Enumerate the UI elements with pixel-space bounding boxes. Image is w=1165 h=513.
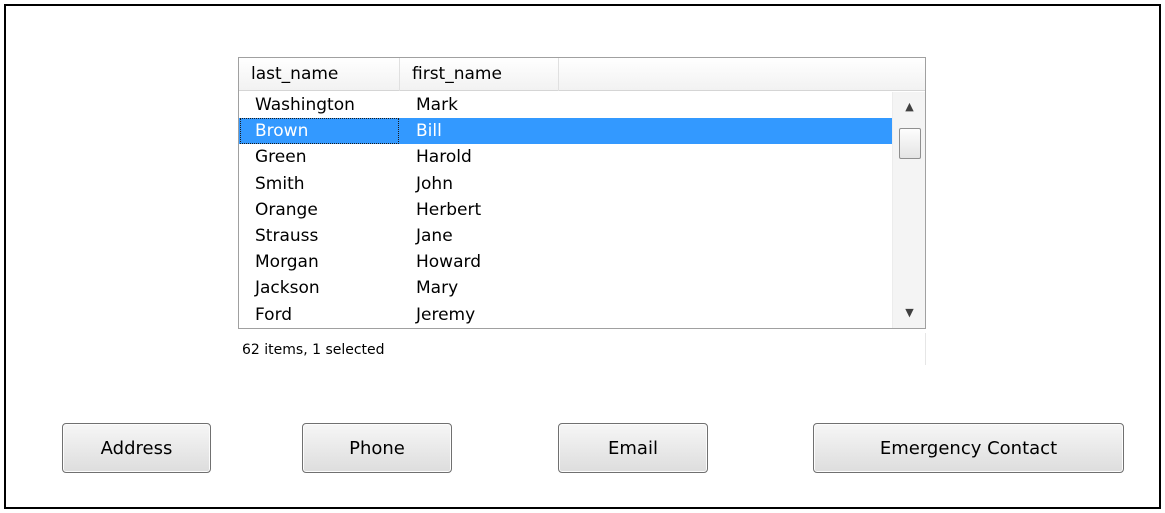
table-row[interactable]: Ford Jeremy — [239, 302, 892, 328]
table-row-selected[interactable]: Brown Bill — [239, 118, 892, 145]
cell-first-name: Herbert — [416, 199, 482, 220]
cell-last-name: Morgan — [255, 252, 319, 273]
scrollbar-thumb[interactable] — [899, 128, 921, 159]
cell-last-name: Green — [255, 147, 307, 168]
address-button[interactable]: Address — [62, 423, 211, 473]
contacts-list-view[interactable]: last_name first_name Washington Mark Bro… — [238, 57, 926, 329]
cell-first-name: Jane — [416, 225, 453, 246]
cell-first-name: John — [416, 173, 453, 194]
emergency-contact-button[interactable]: Emergency Contact — [813, 423, 1124, 473]
list-header: last_name first_name — [239, 58, 925, 91]
table-row[interactable]: Morgan Howard — [239, 249, 892, 275]
column-header-first-name[interactable]: first_name — [400, 58, 559, 91]
cell-last-name: Brown — [255, 121, 309, 142]
email-button[interactable]: Email — [558, 423, 708, 473]
table-row[interactable]: Smith John — [239, 171, 892, 197]
column-header-last-name[interactable]: last_name — [239, 58, 400, 91]
table-row[interactable]: Washington Mark — [239, 92, 892, 118]
cell-last-name: Smith — [255, 173, 305, 194]
table-row[interactable]: Green Harold — [239, 144, 892, 170]
status-text: 62 items, 1 selected — [242, 342, 385, 358]
scroll-up-arrow-icon[interactable]: ▲ — [893, 96, 925, 118]
cell-first-name: Harold — [416, 147, 472, 168]
table-row[interactable]: Orange Herbert — [239, 197, 892, 223]
cell-first-name: Jeremy — [416, 304, 476, 325]
cell-first-name: Howard — [416, 252, 481, 273]
cell-last-name: Strauss — [255, 225, 319, 246]
cell-last-name: Jackson — [255, 278, 320, 299]
phone-button[interactable]: Phone — [302, 423, 452, 473]
cell-last-name: Orange — [255, 199, 318, 220]
list-body: Washington Mark Brown Bill Green Harold … — [239, 92, 892, 328]
table-row[interactable]: Strauss Jane — [239, 223, 892, 249]
cell-last-name: Washington — [255, 95, 355, 115]
vertical-scrollbar[interactable]: ▲ ▼ — [892, 92, 925, 328]
table-row[interactable]: Jackson Mary — [239, 275, 892, 301]
cell-first-name: Mark — [416, 95, 458, 115]
cell-last-name: Ford — [255, 304, 293, 325]
scroll-down-arrow-icon[interactable]: ▼ — [893, 302, 925, 324]
cell-first-name: Mary — [416, 278, 459, 299]
status-bar: 62 items, 1 selected — [238, 333, 926, 365]
cell-first-name: Bill — [416, 121, 442, 142]
